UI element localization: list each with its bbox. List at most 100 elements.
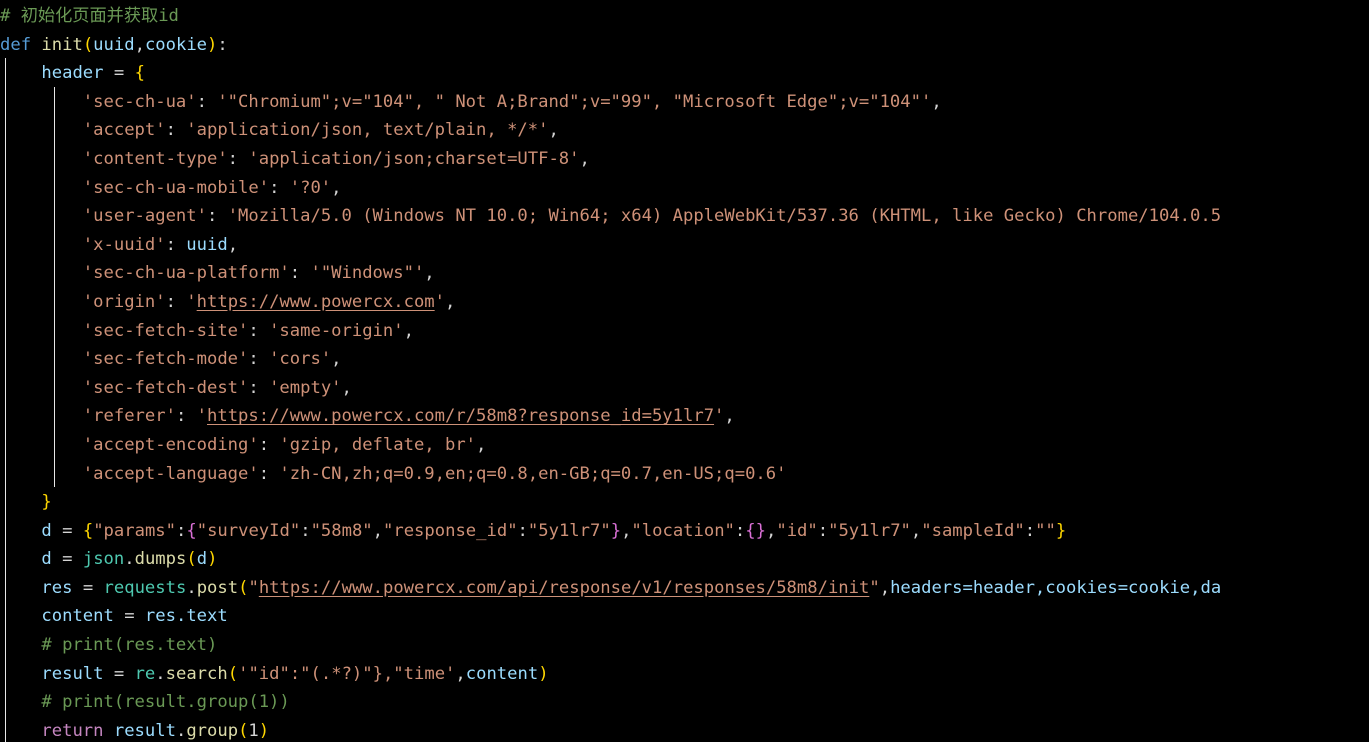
json-val-id: "5y1lr7" [828,520,911,541]
code-line-11[interactable]: 'origin': 'https://www.powercx.com', [0,288,1369,317]
brace-close-empty: } [755,520,766,541]
dot: . [155,663,166,684]
code-line-24[interactable]: result = re.search('"id":"(.*?)"},"time'… [0,660,1369,689]
dict-value-user-agent-clipped: 'Mozilla/5.0 (Windows NT 10.0; Win64; x6… [227,206,1222,227]
code-line-8[interactable]: 'user-agent': 'Mozilla/5.0 (Windows NT 1… [0,202,1369,231]
comma: , [445,291,456,312]
code-line-14[interactable]: 'sec-fetch-dest': 'empty', [0,374,1369,403]
code-line-10[interactable]: 'sec-ch-ua-platform': '"Windows"', [0,259,1369,288]
dict-key: 'accept-encoding' [82,434,259,455]
code-line-21[interactable]: res = requests.post("https://www.powercx… [0,574,1369,603]
module-requests: requests [103,577,187,598]
url-referer[interactable]: https://www.powercx.com/r/58m8?response_… [207,406,714,426]
comma: , [455,663,466,684]
code-line-20[interactable]: d = json.dumps(d) [0,545,1369,574]
comma: , [621,520,632,541]
code-line-22[interactable]: content = res.text [0,602,1369,631]
colon: : [734,520,746,541]
code-line-12[interactable]: 'sec-fetch-site': 'same-origin', [0,317,1369,346]
brace-open-l1: { [82,520,94,541]
code-line-26[interactable]: return result.group(1) [0,717,1369,742]
code-line-19[interactable]: d = {"params":{"surveyId":"58m8","respon… [0,517,1369,546]
comma: , [765,520,777,541]
colon: : [258,463,280,484]
paren-open: ( [238,577,249,598]
comma: , [424,263,435,284]
function-dumps: dumps [134,549,187,570]
code-line-25[interactable]: # print(result.group(1)) [0,688,1369,717]
assign-operator: = [113,663,125,684]
colon: : [176,520,187,541]
colon: : [165,291,187,312]
code-line-5[interactable]: 'accept': 'application/json, text/plain,… [0,116,1369,145]
code-line-1[interactable]: # 初始化页面并获取id [0,2,1369,31]
json-key-responseid: "response_id" [383,520,518,541]
assign-operator: = [113,63,125,84]
code-line-17[interactable]: 'accept-language': 'zh-CN,zh;q=0.9,en;q=… [0,460,1369,489]
dict-key: 'content-type' [82,148,228,169]
kwargs-clipped: headers=header,cookies=cookie,da [890,577,1222,598]
code-line-6[interactable]: 'content-type': 'application/json;charse… [0,145,1369,174]
json-val-surveyid: "58m8" [310,520,373,541]
colon: : [217,34,228,55]
comma: , [331,177,342,198]
code-line-7[interactable]: 'sec-ch-ua-mobile': '?0', [0,174,1369,203]
keyword-def: def [0,34,32,55]
code-editor-viewport[interactable]: # 初始化页面并获取id def init(uuid,cookie): head… [0,0,1369,742]
brace-open-l2: { [186,520,197,541]
comma: , [403,320,414,341]
comment-print-result-group: # print(result.group(1)) [41,692,290,713]
arg-one: 1 [248,720,259,741]
dict-key: 'sec-ch-ua-platform' [82,263,290,284]
variable-result: result [41,663,104,684]
dict-key: 'sec-fetch-site' [82,320,249,341]
dict-key: 'accept' [82,120,166,141]
return-expression-result: result [113,720,176,741]
dict-key: 'sec-ch-ua-mobile' [82,177,270,198]
url-origin[interactable]: https://www.powercx.com [197,292,435,312]
code-lines-container[interactable]: # 初始化页面并获取id def init(uuid,cookie): head… [0,0,1369,742]
comment-hash: # [0,6,11,26]
dict-value: 'application/json, text/plain, */*' [186,120,549,141]
code-line-3[interactable]: header = { [0,59,1369,88]
code-line-2[interactable]: def init(uuid,cookie): [0,31,1369,60]
comma: , [476,434,487,455]
dict-value: 'same-origin' [269,320,404,341]
comma: , [931,91,942,112]
function-post: post [196,577,239,598]
variable-header: header [41,63,104,84]
colon: : [165,234,187,255]
brace-open-dict: { [134,63,145,84]
code-line-4[interactable]: 'sec-ch-ua': '"Chromium";v="104", " Not … [0,88,1369,117]
code-line-18[interactable]: } [0,488,1369,517]
url-api-init[interactable]: https://www.powercx.com/api/response/v1/… [259,578,870,598]
comment-print-res-text: # print(res.text) [41,635,218,656]
code-line-13[interactable]: 'sec-fetch-mode': 'cors', [0,345,1369,374]
paren-open: ( [238,720,249,741]
code-line-23[interactable]: # print(res.text) [0,631,1369,660]
code-line-9[interactable]: 'x-uuid': uuid, [0,231,1369,260]
param-cookie: cookie [144,34,208,55]
dot: . [124,549,135,570]
code-line-15[interactable]: 'referer': 'https://www.powercx.com/r/58… [0,402,1369,431]
code-line-16[interactable]: 'accept-encoding': 'gzip, deflate, br', [0,431,1369,460]
dict-value: 'application/json;charset=UTF-8' [248,148,580,169]
